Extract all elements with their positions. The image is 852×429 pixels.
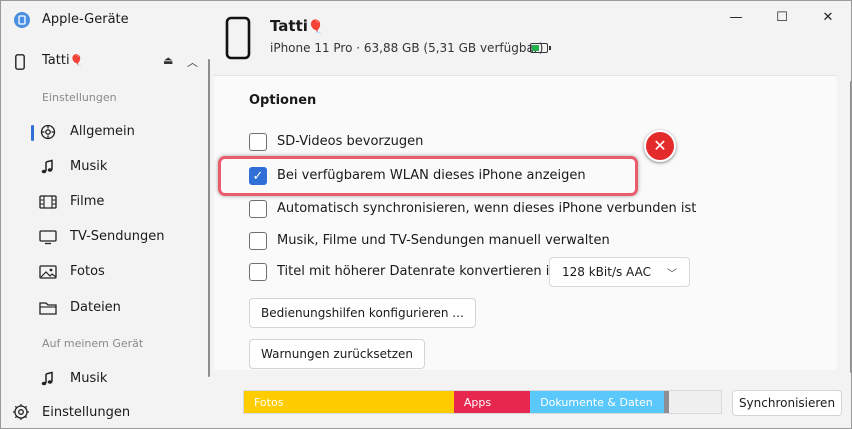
folder-icon <box>39 302 57 315</box>
battery-tip <box>549 46 551 50</box>
app-window: Apple-Geräte Tatti🎈 ⏏ ︿ Einstellungen Al… <box>0 0 852 429</box>
sidebar-item-allgemein[interactable]: Allgemein <box>1 116 209 148</box>
maximize-button[interactable]: ☐ <box>759 1 805 33</box>
minimize-button[interactable]: — <box>713 1 759 33</box>
sidebar-scrollbar[interactable] <box>208 59 210 377</box>
close-button[interactable]: ✕ <box>805 1 851 33</box>
sidebar-item-label: Fotos <box>70 264 105 279</box>
battery-icon <box>530 43 551 53</box>
app-title: Apple-Geräte <box>42 12 129 27</box>
chevron-up-icon[interactable]: ︿ <box>187 54 198 70</box>
reset-warnings-button[interactable]: Warnungen zurücksetzen <box>249 339 426 369</box>
device-title: Tatti🎈 <box>270 17 325 35</box>
device-info: iPhone 11 Pro · 63,88 GB (5,31 GB verfüg… <box>270 41 544 55</box>
app-title-row: Apple-Geräte <box>1 1 213 41</box>
option-label: Automatisch synchronisieren, wenn dieses… <box>277 201 697 216</box>
sync-button[interactable]: Synchronisieren <box>732 390 842 416</box>
gear-icon <box>13 404 29 420</box>
device-name: Tatti🎈 <box>42 53 84 68</box>
iphone-icon <box>225 16 251 60</box>
balloon-emoji: 🎈 <box>307 20 325 35</box>
sidebar-item-label: Dateien <box>70 300 121 315</box>
option-label: Musik, Filme und TV-Sendungen manuell ve… <box>277 233 610 248</box>
storage-segment-apps: Apps <box>453 391 531 413</box>
highlight-frame <box>218 156 638 196</box>
option-label: Titel mit höherer Datenrate konvertieren… <box>277 264 558 279</box>
bitrate-select[interactable]: 128 kBit/s AAC ﹀ <box>549 257 690 287</box>
storage-segment-fotos: Fotos <box>244 391 454 413</box>
sidebar-item-dateien[interactable]: Dateien <box>1 292 209 324</box>
options-title: Optionen <box>249 93 317 108</box>
section-label-on-device: Auf meinem Gerät <box>42 337 144 350</box>
checkbox[interactable] <box>249 200 267 218</box>
option-label: SD-Videos bevorzugen <box>277 134 424 149</box>
sidebar-item-label: Musik <box>70 159 108 174</box>
music-note-icon <box>41 159 53 174</box>
storage-segment-dokumente: Dokumente & Daten <box>530 391 664 413</box>
sidebar-device-tatti[interactable]: Tatti🎈 ⏏ ︿ <box>1 47 213 77</box>
sidebar-item-label: TV-Sendungen <box>70 229 165 244</box>
sidebar-item-musik[interactable]: Musik <box>1 151 209 183</box>
options-panel: Optionen SD-Videos bevorzugen ✓ Bei verf… <box>214 75 837 370</box>
main-panel: — ☐ ✕ Tatti🎈 iPhone 11 Pro · 63,88 GB (5… <box>214 1 851 428</box>
balloon-emoji: 🎈 <box>69 54 84 67</box>
checkbox[interactable] <box>249 133 267 151</box>
sidebar-item-label: Allgemein <box>70 124 135 139</box>
settings-label: Einstellungen <box>42 405 131 420</box>
active-indicator <box>31 125 34 141</box>
music-note-icon <box>41 371 53 386</box>
sidebar-item-label: Filme <box>70 194 105 209</box>
film-icon <box>39 195 57 209</box>
sidebar-item-tv-sendungen[interactable]: TV-Sendungen <box>1 221 209 253</box>
sidebar-item-fotos[interactable]: Fotos <box>1 256 209 288</box>
window-controls: — ☐ ✕ <box>713 1 851 33</box>
bitrate-value: 128 kBit/s AAC <box>562 265 651 279</box>
sidebar-item-label: Musik <box>70 371 108 386</box>
sidebar-settings-button[interactable]: Einstellungen <box>1 399 213 427</box>
apple-devices-icon <box>14 12 30 28</box>
checkbox[interactable] <box>249 232 267 250</box>
accessibility-button[interactable]: Bedienungshilfen konfigurieren ... <box>249 298 476 328</box>
storage-bar: Fotos Apps Dokumente & Daten <box>243 390 722 414</box>
eject-icon[interactable]: ⏏ <box>163 54 173 67</box>
sidebar-item-device-musik[interactable]: Musik <box>1 363 209 395</box>
battery-level <box>532 45 539 51</box>
sidebar-item-filme[interactable]: Filme <box>1 186 209 218</box>
checkbox[interactable] <box>249 263 267 281</box>
error-x-icon: ✕ <box>644 130 676 162</box>
photo-icon <box>39 265 57 279</box>
gear-icon <box>40 124 56 140</box>
section-label-settings: Einstellungen <box>42 91 117 104</box>
sidebar: Apple-Geräte Tatti🎈 ⏏ ︿ Einstellungen Al… <box>1 1 213 428</box>
tv-icon <box>39 230 57 245</box>
chevron-down-icon: ﹀ <box>667 269 677 280</box>
phone-icon <box>15 54 25 70</box>
storage-segment-other <box>663 391 669 413</box>
